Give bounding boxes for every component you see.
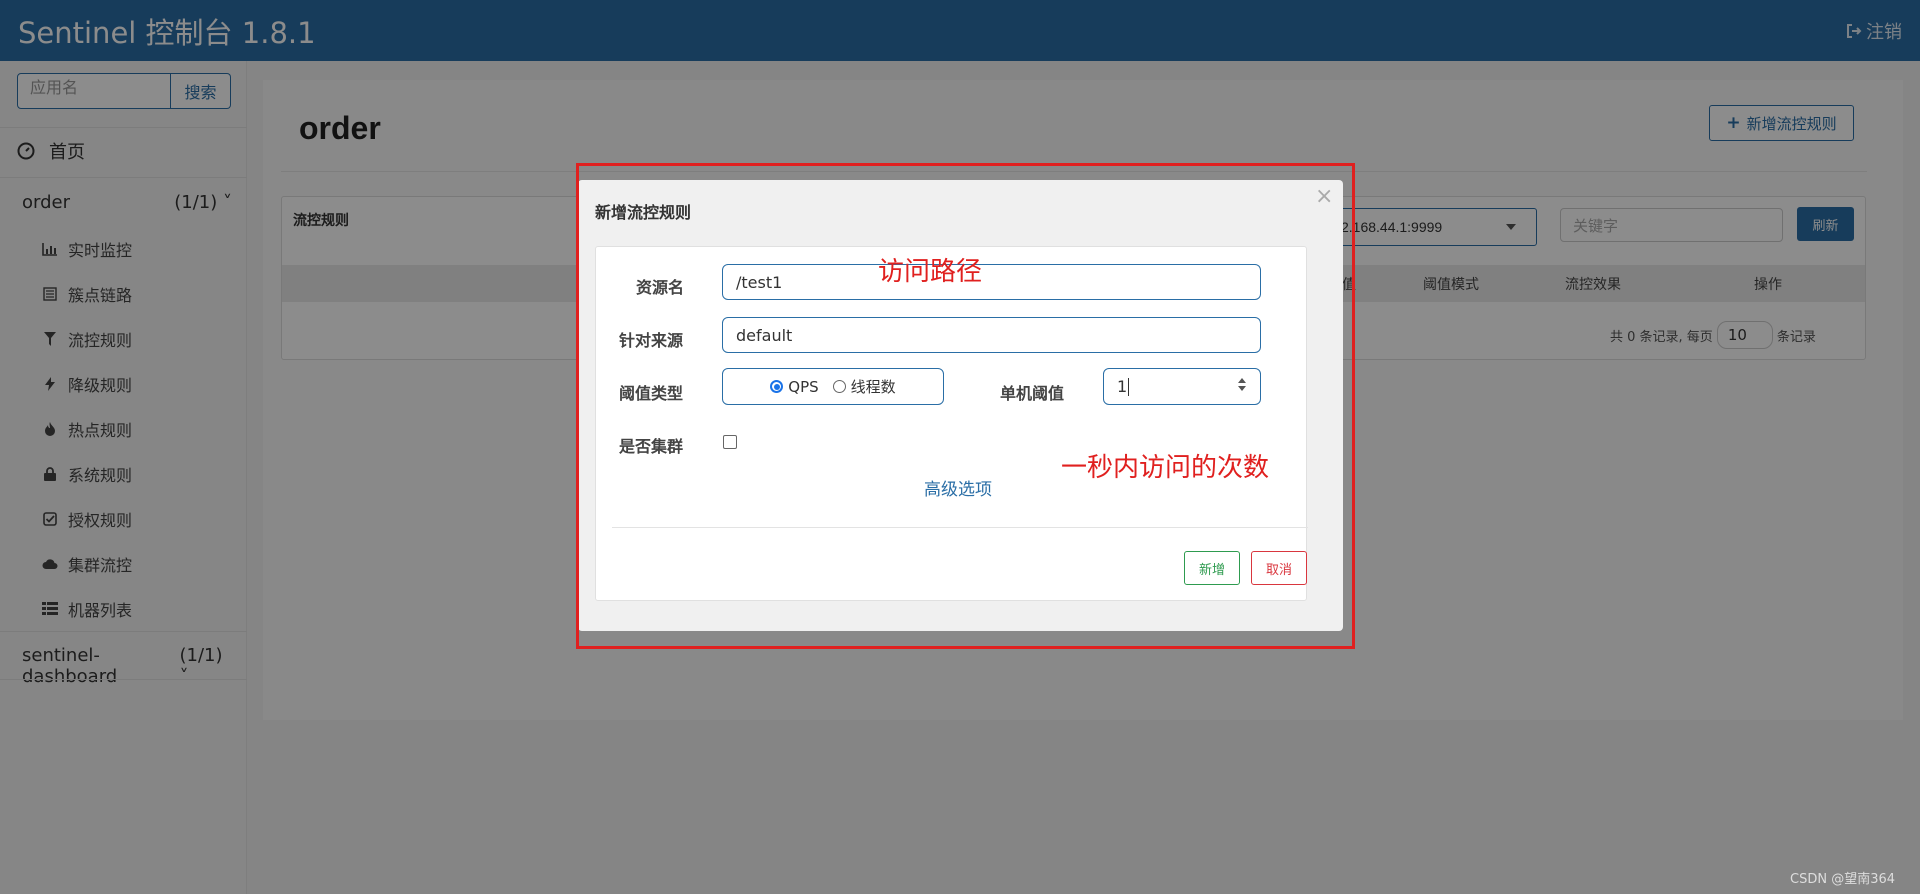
radio-checked-icon [770, 380, 784, 393]
radio-threads[interactable]: 线程数 [832, 376, 896, 397]
radio-label: QPS [788, 377, 819, 396]
source-input[interactable]: default [722, 317, 1261, 353]
cancel-button[interactable]: 取消 [1251, 551, 1307, 585]
threshold-type-radio-group: QPS 线程数 [722, 368, 944, 405]
single-threshold-label: 单机阈值 [1000, 384, 1065, 403]
source-label: 针对来源 [619, 331, 684, 350]
threshold-type-label: 阈值类型 [619, 384, 684, 403]
dialog-title: 新增流控规则 [595, 203, 692, 222]
spin-arrows-icon[interactable] [1238, 378, 1246, 391]
radio-label: 线程数 [850, 378, 896, 396]
close-icon[interactable]: × [1315, 184, 1333, 209]
cluster-checkbox[interactable] [723, 435, 737, 449]
annotation-path-note: 访问路径 [878, 257, 983, 287]
text-cursor [1128, 377, 1130, 396]
radio-qps[interactable]: QPS [770, 377, 819, 396]
cluster-label: 是否集群 [619, 437, 684, 456]
submit-add-button[interactable]: 新增 [1184, 551, 1240, 585]
resource-label: 资源名 [636, 278, 685, 297]
annotation-count-note: 一秒内访问的次数 [1061, 453, 1270, 483]
single-threshold-stepper[interactable]: 1 [1103, 368, 1261, 405]
divider [612, 527, 1308, 528]
resource-input[interactable]: /test1 [722, 264, 1261, 300]
advanced-options-link[interactable]: 高级选项 [924, 475, 992, 500]
watermark: CSDN @望南364 [1790, 872, 1896, 887]
radio-unchecked-icon [832, 380, 846, 393]
stepper-value: 1 [1117, 377, 1128, 396]
